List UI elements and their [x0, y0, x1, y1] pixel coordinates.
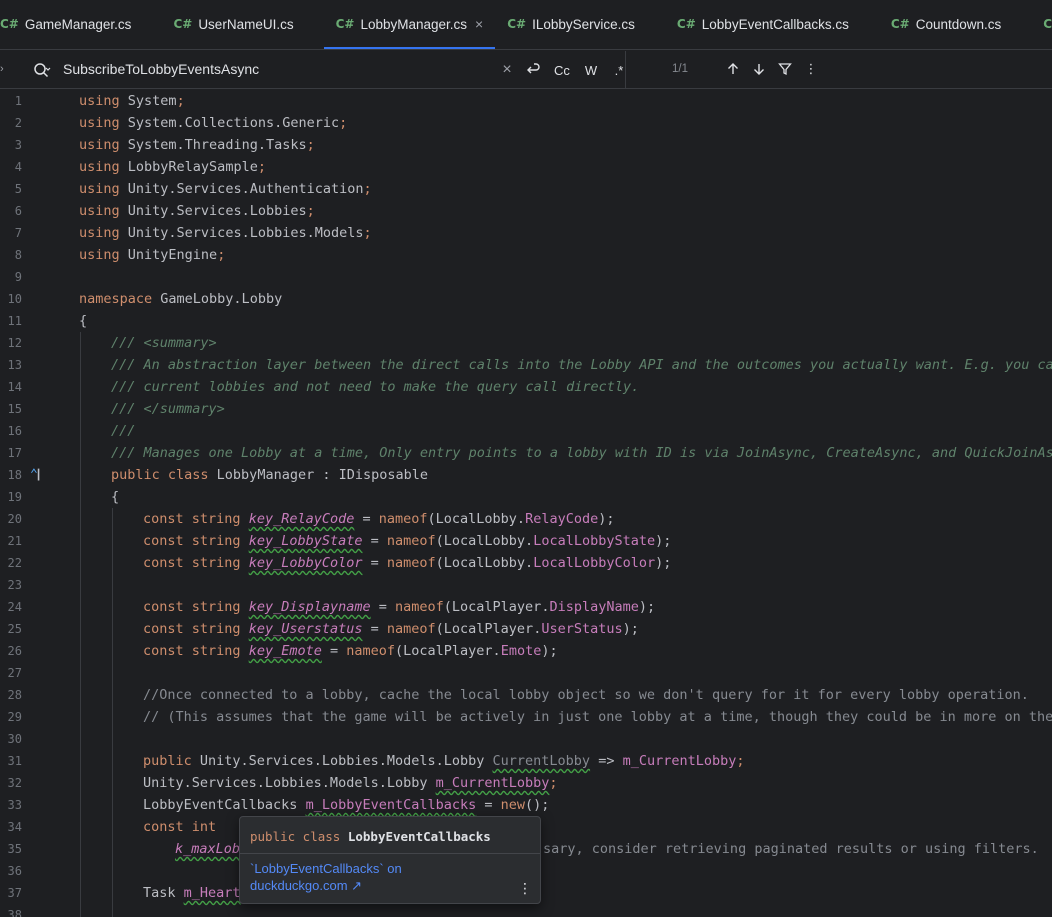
code-line: 29// (This assumes that the game will be…: [7, 709, 1052, 725]
return-icon: [527, 63, 540, 74]
code-line: 27: [7, 666, 22, 680]
search-divider: [625, 51, 626, 89]
code-line: 31 public Unity.Services.Lobbies.Models.L…: [7, 753, 745, 769]
chevron-right-icon[interactable]: ›: [0, 63, 10, 75]
code-line: 11{: [7, 313, 88, 329]
code-line: 3 using System.Threading.Tasks;: [14, 137, 315, 153]
tab-label: LobbyEventCallbacks.cs: [701, 16, 849, 32]
search-web-link[interactable]: `LobbyEventCallbacks` on duckduckgo.com …: [250, 860, 402, 894]
code-line: 9: [14, 270, 22, 284]
new-line-icon[interactable]: [520, 59, 546, 81]
more-options-icon[interactable]: ⋮: [518, 881, 532, 897]
tab-usernameui[interactable]: C# UserNameUI.cs: [161, 0, 305, 49]
find-bar: › SubscribeToLobbyEventsAsync × Cc W .* …: [0, 51, 1052, 89]
code-line: 30: [7, 732, 22, 746]
tab-label: UserNameUI.cs: [198, 16, 294, 32]
code-line: 18 ⌃▎ public class LobbyManager : IDisposa…: [0, 464, 1052, 486]
csharp-file-icon: C#: [0, 17, 19, 31]
editor-tab-bar: C# GameManager.cs C# UserNameUI.cs C# Lo…: [0, 0, 1052, 50]
previous-match-arrow-up-icon[interactable]: [720, 58, 746, 80]
tab-label: Countdown.cs: [915, 16, 1002, 32]
csharp-file-icon: C#: [890, 17, 910, 31]
code-line: 22 const string key_LobbyColor = nameof(L…: [7, 555, 672, 571]
match-case-button[interactable]: Cc: [546, 59, 578, 81]
next-match-arrow-down-icon[interactable]: [746, 58, 772, 80]
code-line: 7 using Unity.Services.Lobbies.Models;: [14, 225, 372, 241]
search-input[interactable]: SubscribeToLobbyEventsAsync: [63, 61, 259, 77]
csharp-file-icon: C#: [173, 17, 193, 31]
more-options-icon[interactable]: ⋮: [798, 58, 824, 80]
code-line: 4 using LobbyRelaySample;: [14, 159, 266, 175]
code-line: 12/// <summary>: [7, 335, 217, 351]
clear-search-icon[interactable]: ×: [494, 59, 520, 81]
code-line: 6 using Unity.Services.Lobbies;: [14, 203, 315, 219]
search-navigation: ⋮: [720, 58, 824, 80]
search-options: × Cc W .*: [494, 59, 634, 81]
tab-label: ILobbyService.cs: [532, 16, 635, 32]
code-line: 17/// Manages one Lobby at a time, Only …: [7, 445, 1052, 461]
csharp-file-icon: C#: [676, 17, 696, 31]
csharp-file-icon: C#: [335, 17, 355, 31]
code-line: 23: [7, 578, 22, 592]
tab-countdown[interactable]: C# Countdown.cs: [879, 0, 1013, 49]
close-tab-icon[interactable]: ×: [475, 16, 483, 32]
match-count: 1/1: [672, 63, 688, 75]
tab-label: GameManager.cs: [24, 16, 132, 32]
tab-overflow[interactable]: C# S: [1031, 0, 1052, 49]
tooltip-divider: [240, 853, 540, 854]
whole-words-button[interactable]: W: [578, 59, 604, 81]
code-line: 5 using Unity.Services.Authentication;: [14, 181, 372, 197]
code-line: 26 const string key_Emote = nameof(LocalP…: [7, 643, 558, 659]
tab-lobbyeventcallbacks[interactable]: C# LobbyEventCallbacks.cs: [665, 0, 861, 49]
funnel-icon: [778, 63, 792, 76]
code-line: 19{: [7, 489, 120, 505]
arrow-up-icon: [728, 63, 738, 74]
code-line: 16///: [7, 423, 136, 439]
implements-marker-icon[interactable]: ⌃▎: [30, 464, 44, 487]
code-line: 28//Once connected to a lobby, cache the…: [7, 687, 1029, 703]
code-line: 24 const string key_Displayname = nameof(…: [7, 599, 656, 615]
tooltip-signature: public class LobbyEventCallbacks: [250, 829, 491, 844]
code-line: 33 LobbyEventCallbacks m_LobbyEventCallba…: [7, 797, 550, 813]
code-line: 13/// An abstraction layer between the d…: [7, 357, 1052, 373]
code-line: 8 using UnityEngine;: [14, 247, 226, 263]
code-line: 1 using System;: [14, 93, 185, 109]
code-line: 21 const string key_LobbyState = nameof(L…: [7, 533, 672, 549]
code-editor[interactable]: 1 using System; 2 using System.Collections…: [0, 90, 1052, 917]
code-line: 38: [7, 908, 22, 917]
code-line: 25 const string key_Userstatus = nameof(L…: [7, 621, 639, 637]
csharp-file-icon: C#: [1043, 17, 1052, 31]
tab-lobbymanager[interactable]: C# LobbyManager.cs ×: [323, 0, 496, 49]
tab-ilobbyservice[interactable]: C# ILobbyService.cs: [495, 0, 647, 49]
tab-gamemanager[interactable]: C# GameManager.cs: [0, 0, 143, 49]
arrow-down-icon: [754, 64, 764, 75]
filter-icon[interactable]: [772, 58, 798, 80]
code-line: 2 using System.Collections.Generic;: [14, 115, 348, 131]
tab-label: LobbyManager.cs: [360, 16, 468, 32]
code-line: 20 const string key_RelayCode = nameof(Lo…: [7, 511, 615, 527]
code-line: 32 Unity.Services.Lobbies.Models.Lobby m_…: [7, 775, 558, 791]
search-icon[interactable]: [32, 60, 52, 80]
code-line: 10 namespace GameLobby.Lobby: [7, 291, 283, 307]
code-line: 14/// current lobbies and not need to ma…: [7, 379, 640, 395]
quick-documentation-popup: public class LobbyEventCallbacks `LobbyE…: [239, 816, 541, 904]
csharp-file-icon: C#: [507, 17, 527, 31]
code-line: 15/// </summary>: [7, 401, 225, 417]
regex-button[interactable]: .*: [604, 59, 634, 81]
